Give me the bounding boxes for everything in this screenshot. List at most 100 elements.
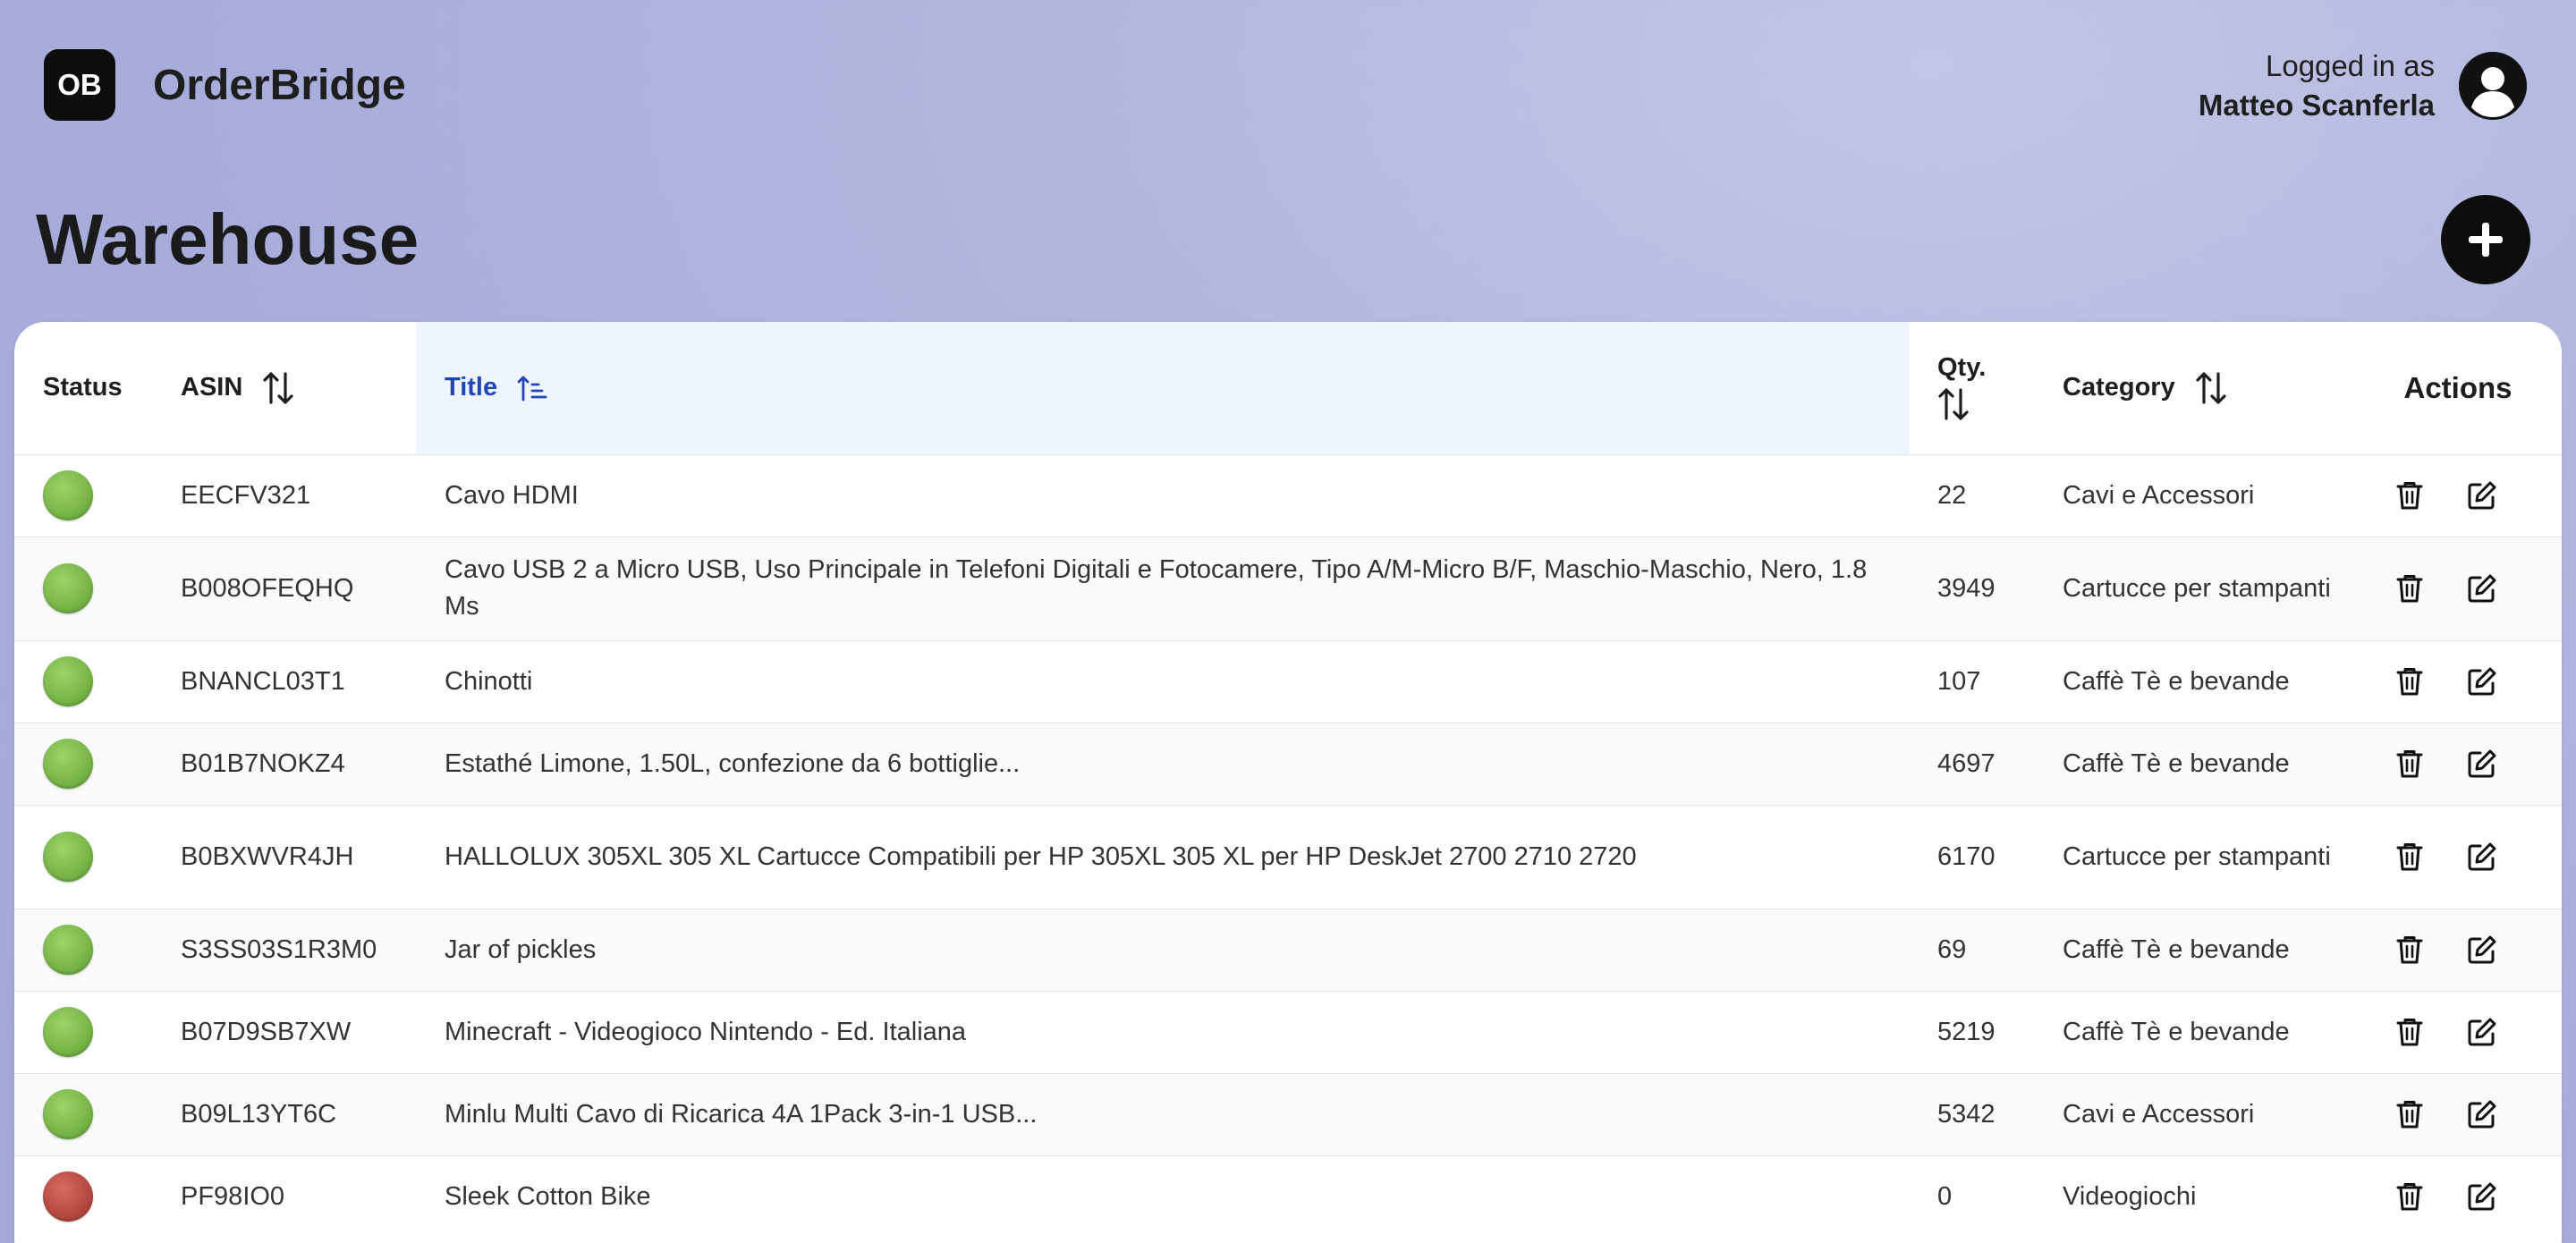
edit-pencil-icon[interactable] [2466, 841, 2498, 873]
ob-logo-icon[interactable]: OB [44, 49, 115, 121]
asin-cell: B07D9SB7XW [181, 1017, 352, 1046]
category-cell: Caffè Tè e bevande [2063, 666, 2290, 696]
warehouse-table-card: Status ASIN Title Qty. Category Actions … [14, 322, 2562, 1243]
header-actions: Actions [2403, 370, 2512, 404]
qty-cell: 6170 [1937, 841, 1996, 871]
edit-pencil-icon[interactable] [2466, 1180, 2498, 1213]
sort-ascending-icon[interactable] [517, 375, 547, 402]
actions-cell [2381, 537, 2562, 640]
status-cell [14, 1155, 181, 1238]
header-qty[interactable]: Qty. [1909, 322, 2063, 454]
asin-cell: S3SS03S1R3M0 [181, 934, 377, 964]
category-cell: Cavi e Accessori [2063, 1099, 2255, 1129]
title-cell: Jar of pickles [445, 934, 597, 964]
status-cell [14, 1073, 181, 1155]
qty-cell: 0 [1937, 1181, 1953, 1211]
table-row: B0BXWVR4JH HALLOLUX 305XL 305 XL Cartucc… [14, 805, 2562, 909]
trash-icon[interactable] [2394, 1180, 2426, 1213]
edit-pencil-icon[interactable] [2466, 665, 2498, 698]
logged-in-caption: Logged in as [2266, 49, 2435, 82]
user-info: Logged in as Matteo Scanferla [2199, 47, 2435, 125]
table-row: EECFV321 Cavo HDMI 22 Cavi e Accessori [14, 454, 2562, 537]
table-row: BNANCL03T1 Chinotti 107 Caffè Tè e bevan… [14, 640, 2562, 723]
status-cell [14, 537, 181, 640]
edit-pencil-icon[interactable] [2466, 1098, 2498, 1130]
edit-pencil-icon[interactable] [2466, 572, 2498, 605]
title-cell: HALLOLUX 305XL 305 XL Cartucce Compatibi… [445, 841, 1637, 871]
trash-icon[interactable] [2394, 572, 2426, 605]
trash-icon[interactable] [2394, 665, 2426, 698]
edit-pencil-icon[interactable] [2466, 1016, 2498, 1048]
qty-cell: 4697 [1937, 748, 1996, 778]
category-cell: Cavi e Accessori [2063, 480, 2255, 510]
title-cell: Estathé Limone, 1.50L, confezione da 6 b… [445, 748, 1021, 778]
actions-cell [2381, 909, 2562, 991]
table-row: B008OFEQHQ Cavo USB 2 a Micro USB, Uso P… [14, 537, 2562, 640]
table-header-row: Status ASIN Title Qty. Category Actions [14, 322, 2562, 454]
status-cell [14, 454, 181, 537]
table-row: B07D9SB7XW Minecraft - Videogioco Ninten… [14, 991, 2562, 1073]
category-cell: Caffè Tè e bevande [2063, 934, 2290, 964]
asin-cell: B09L13YT6C [181, 1099, 337, 1129]
qty-cell: 3949 [1937, 573, 1996, 603]
actions-cell [2381, 1073, 2562, 1155]
user-name: Matteo Scanferla [2198, 89, 2435, 122]
status-cell [14, 991, 181, 1073]
header-title[interactable]: Title [416, 322, 1909, 454]
header-category[interactable]: Category [2063, 322, 2381, 454]
header-title-label: Title [445, 373, 498, 402]
trash-icon[interactable] [2394, 841, 2426, 873]
table-row: B01B7NOKZ4 Estathé Limone, 1.50L, confez… [14, 723, 2562, 805]
trash-icon[interactable] [2394, 1098, 2426, 1130]
title-cell: Sleek Cotton Bike [445, 1181, 651, 1211]
actions-cell [2381, 805, 2562, 909]
actions-cell [2381, 991, 2562, 1073]
category-cell: Caffè Tè e bevande [2063, 748, 2290, 778]
category-cell: Cartucce per stampanti [2063, 841, 2331, 871]
table-row: B09L13YT6C Minlu Multi Cavo di Ricarica … [14, 1073, 2562, 1155]
asin-cell: B0BXWVR4JH [181, 841, 354, 871]
header-category-label: Category [2063, 373, 2175, 402]
add-item-button[interactable] [2441, 195, 2530, 284]
edit-pencil-icon[interactable] [2466, 479, 2498, 512]
status-indicator-icon [43, 656, 93, 706]
app-name: OrderBridge [153, 62, 406, 109]
asin-cell: PF98IO0 [181, 1181, 285, 1211]
qty-cell: 5342 [1937, 1099, 1996, 1129]
category-cell: Videogiochi [2063, 1181, 2197, 1211]
trash-icon[interactable] [2394, 934, 2426, 966]
status-cell [14, 805, 181, 909]
trash-icon[interactable] [2394, 479, 2426, 512]
status-indicator-icon [43, 739, 93, 789]
asin-cell: BNANCL03T1 [181, 666, 345, 696]
edit-pencil-icon[interactable] [2466, 934, 2498, 966]
qty-cell: 107 [1937, 666, 1981, 696]
header-asin-label: ASIN [181, 373, 243, 402]
header-asin[interactable]: ASIN [181, 322, 416, 454]
sort-arrows-icon[interactable] [2195, 370, 2227, 406]
edit-pencil-icon[interactable] [2466, 748, 2498, 780]
actions-cell [2381, 454, 2562, 537]
user-avatar-icon[interactable] [2459, 52, 2527, 120]
status-indicator-icon [43, 1007, 93, 1057]
qty-cell: 22 [1937, 480, 1967, 510]
title-cell: Minlu Multi Cavo di Ricarica 4A 1Pack 3-… [445, 1099, 1038, 1129]
qty-cell: 69 [1937, 934, 1967, 964]
status-cell [14, 640, 181, 723]
trash-icon[interactable] [2394, 1016, 2426, 1048]
sort-arrows-icon[interactable] [1937, 386, 1970, 422]
title-cell: Minecraft - Videogioco Nintendo - Ed. It… [445, 1017, 967, 1046]
status-cell [14, 723, 181, 805]
status-indicator-icon [43, 1089, 93, 1139]
status-indicator-icon [43, 563, 93, 613]
table-row: S3SS03S1R3M0 Jar of pickles 69 Caffè Tè … [14, 909, 2562, 991]
page-title: Warehouse [36, 199, 419, 279]
sort-arrows-icon[interactable] [262, 370, 294, 406]
status-indicator-icon [43, 925, 93, 975]
asin-cell: B008OFEQHQ [181, 573, 354, 603]
status-indicator-icon [43, 1171, 93, 1222]
header-qty-label: Qty. [1937, 353, 1987, 383]
status-cell [14, 909, 181, 991]
actions-cell [2381, 640, 2562, 723]
trash-icon[interactable] [2394, 748, 2426, 780]
